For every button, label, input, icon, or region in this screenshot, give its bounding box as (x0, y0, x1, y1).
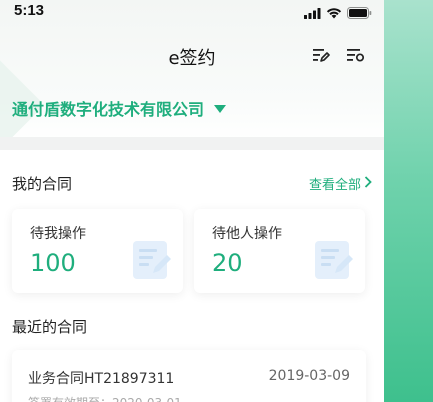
side-background-panel (384, 0, 433, 402)
contract-name: 业务合同HT21897311 (28, 371, 175, 387)
recent-contracts-title: 最近的合同 (12, 318, 88, 336)
contract-date: 2019-03-09 (268, 368, 350, 384)
card-label: 待他人操作 (212, 226, 282, 242)
recent-contracts-header: 最近的合同 (12, 316, 372, 337)
dropdown-triangle-icon (214, 99, 227, 118)
pending-others-action-card[interactable]: 待他人操作 20 (194, 209, 365, 293)
my-contracts-title: 我的合同 (12, 175, 73, 193)
view-all-link[interactable]: 查看全部 (309, 174, 372, 193)
filter-list-icon[interactable] (346, 46, 366, 68)
status-bar: 5:13 (0, 0, 384, 22)
edit-list-icon[interactable] (312, 46, 330, 68)
section-divider (0, 137, 384, 150)
my-contracts-header: 我的合同 查看全部 (12, 173, 372, 194)
status-icons (304, 4, 372, 23)
contract-doc-icon (131, 239, 173, 285)
status-time: 5:13 (14, 2, 45, 19)
card-label: 待我操作 (30, 226, 86, 242)
title-bar: e签约 (0, 40, 384, 72)
chevron-right-icon (364, 175, 372, 192)
card-count: 100 (30, 249, 76, 277)
contract-list-item[interactable]: 业务合同HT21897311 2019-03-09 签署有效期至：2020-03… (12, 350, 366, 402)
signal-icon (304, 4, 321, 23)
contract-doc-icon (313, 239, 355, 285)
battery-icon (347, 4, 372, 23)
contract-validity: 签署有效期至：2020-03-01 (28, 394, 182, 402)
phone-screen: 5:13 e签约 通付盾数字化技术有限公司 我的合同 查看全部 待我操作 100… (0, 0, 384, 402)
company-selector[interactable]: 通付盾数字化技术有限公司 (12, 96, 227, 120)
card-count: 20 (212, 249, 243, 277)
wifi-icon (326, 4, 342, 23)
pending-my-action-card[interactable]: 待我操作 100 (12, 209, 183, 293)
company-name: 通付盾数字化技术有限公司 (12, 100, 205, 119)
view-all-label: 查看全部 (308, 178, 361, 193)
